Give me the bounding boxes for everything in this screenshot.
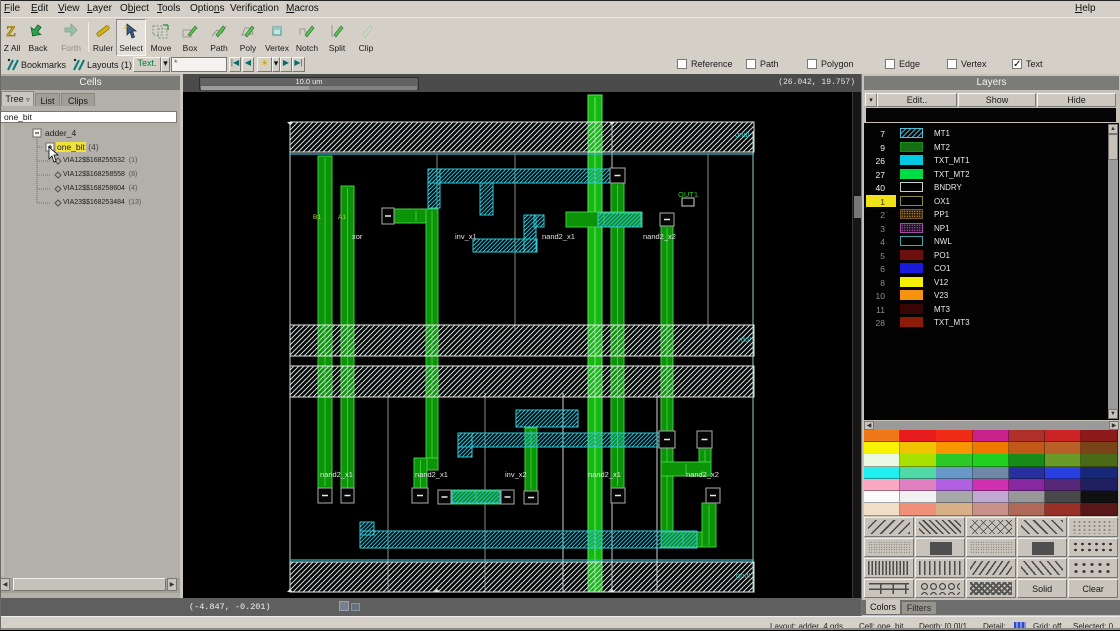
svg-text:xor: xor <box>352 232 363 241</box>
svg-text:inv_x2: inv_x2 <box>505 470 527 479</box>
svg-text:A1: A1 <box>338 214 346 221</box>
svg-text:nand2_x1: nand2_x1 <box>542 232 575 241</box>
svg-text:nand2_x1: nand2_x1 <box>320 470 353 479</box>
svg-text:nand2_x2: nand2_x2 <box>686 470 719 479</box>
svg-text:inv_x1: inv_x1 <box>455 232 477 241</box>
svg-text:nand2_x1: nand2_x1 <box>588 470 621 479</box>
svg-text:B1: B1 <box>313 214 321 221</box>
svg-text:nand2_x2: nand2_x2 <box>643 232 676 241</box>
svg-text:gnd!: gnd! <box>736 571 751 580</box>
svg-text:gnd!: gnd! <box>735 130 750 139</box>
svg-text:nand2_x1: nand2_x1 <box>415 470 448 479</box>
svg-text:Z: Z <box>6 24 16 40</box>
svg-text:vdd!: vdd! <box>737 335 751 344</box>
